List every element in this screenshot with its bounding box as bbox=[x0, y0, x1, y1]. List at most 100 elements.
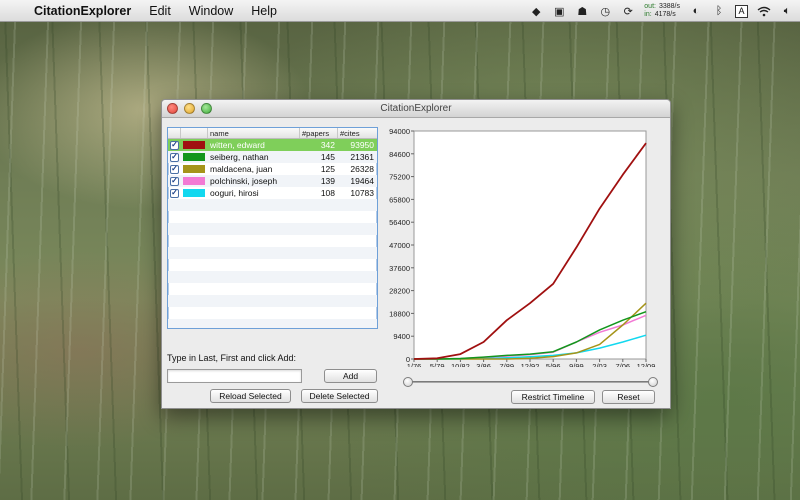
row-checkbox[interactable]: ✓ bbox=[170, 152, 179, 162]
series-color-swatch[interactable] bbox=[183, 177, 205, 185]
author-name-input[interactable] bbox=[167, 369, 302, 383]
header-cites[interactable]: #cites bbox=[338, 128, 377, 138]
sync-icon[interactable]: ⟳ bbox=[621, 4, 635, 18]
x-tick-label: 5/79 bbox=[430, 362, 445, 367]
row-cites: 93950 bbox=[350, 140, 374, 150]
row-checkbox[interactable]: ✓ bbox=[170, 164, 179, 174]
empty-table-row bbox=[168, 235, 377, 247]
row-check-cell[interactable]: ✓ bbox=[168, 151, 181, 163]
header-check[interactable] bbox=[168, 128, 181, 138]
help-menu[interactable]: Help bbox=[242, 4, 286, 18]
slider-start-handle[interactable] bbox=[403, 377, 413, 387]
row-cites: 10783 bbox=[350, 188, 374, 198]
lock-icon[interactable]: ▣ bbox=[552, 4, 566, 18]
wifi-icon[interactable] bbox=[757, 4, 771, 18]
empty-table-row bbox=[168, 211, 377, 223]
table-row[interactable]: ✓ maldacena, juan 125 26328 bbox=[168, 163, 377, 175]
x-tick-label: 2/03 bbox=[592, 362, 607, 367]
x-tick-label: 5/96 bbox=[546, 362, 561, 367]
row-color-cell[interactable] bbox=[181, 175, 208, 187]
row-name: polchinski, joseph bbox=[210, 176, 278, 186]
table-body: ✓ witten, edward 342 93950 ✓ seiberg, nathan 1… bbox=[168, 139, 377, 328]
network-monitor[interactable]: out: 3388/s in: 4178/s bbox=[644, 3, 680, 19]
row-name: ooguri, hirosi bbox=[210, 188, 259, 198]
citation-explorer-window: CitationExplorer name #papers #cites ✓ wi… bbox=[161, 99, 671, 409]
row-papers: 342 bbox=[320, 140, 335, 150]
battery-icon[interactable]: ◐ bbox=[689, 4, 703, 18]
header-color[interactable] bbox=[181, 128, 208, 138]
authors-table[interactable]: name #papers #cites ✓ witten, edward 342 93… bbox=[167, 127, 378, 329]
delete-selected-button[interactable]: Delete Selected bbox=[301, 389, 378, 403]
speaker-icon[interactable]: 🔈︎ bbox=[780, 4, 794, 18]
row-check-cell[interactable]: ✓ bbox=[168, 139, 181, 151]
window-titlebar[interactable]: CitationExplorer bbox=[162, 100, 670, 118]
y-tick-label: 47000 bbox=[389, 241, 410, 250]
header-papers[interactable]: #papers bbox=[300, 128, 338, 138]
add-button[interactable]: Add bbox=[324, 369, 377, 383]
app-menu[interactable]: CitationExplorer bbox=[30, 4, 140, 18]
edit-menu[interactable]: Edit bbox=[140, 4, 180, 18]
empty-table-row bbox=[168, 319, 377, 328]
empty-table-row bbox=[168, 271, 377, 283]
row-papers: 145 bbox=[320, 152, 335, 162]
row-checkbox[interactable]: ✓ bbox=[170, 188, 179, 198]
reset-button[interactable]: Reset bbox=[602, 390, 655, 404]
series-color-swatch[interactable] bbox=[183, 141, 205, 149]
row-name: maldacena, juan bbox=[210, 164, 273, 174]
timeline-range-slider[interactable] bbox=[403, 377, 658, 387]
slider-end-handle[interactable] bbox=[648, 377, 658, 387]
y-tick-label: 18800 bbox=[389, 309, 410, 318]
table-row[interactable]: ✓ polchinski, joseph 139 19464 bbox=[168, 175, 377, 187]
table-row[interactable]: ✓ ooguri, hirosi 108 10783 bbox=[168, 187, 377, 199]
row-checkbox[interactable]: ✓ bbox=[170, 176, 179, 186]
row-color-cell[interactable] bbox=[181, 151, 208, 163]
net-in-value: 4178/s bbox=[654, 11, 676, 18]
user-icon[interactable]: ☗ bbox=[575, 4, 589, 18]
dropbox-icon[interactable]: ◆ bbox=[529, 4, 543, 18]
row-papers: 139 bbox=[320, 176, 335, 186]
row-color-cell[interactable] bbox=[181, 163, 208, 175]
series-color-swatch[interactable] bbox=[183, 153, 205, 161]
y-tick-label: 65800 bbox=[389, 195, 410, 204]
reload-selected-button[interactable]: Reload Selected bbox=[210, 389, 291, 403]
y-tick-label: 9400 bbox=[393, 332, 410, 341]
row-check-cell[interactable]: ✓ bbox=[168, 175, 181, 187]
empty-table-row bbox=[168, 259, 377, 271]
y-tick-label: 84600 bbox=[389, 150, 410, 159]
restrict-timeline-button[interactable]: Restrict Timeline bbox=[511, 390, 595, 404]
row-cites: 21361 bbox=[350, 152, 374, 162]
x-tick-label: 1/76 bbox=[407, 362, 422, 367]
row-check-cell[interactable]: ✓ bbox=[168, 163, 181, 175]
x-tick-label: 7/06 bbox=[615, 362, 630, 367]
x-tick-label: 9/99 bbox=[569, 362, 584, 367]
net-out-label: out: bbox=[644, 3, 656, 10]
bluetooth-icon[interactable]: ᛒ bbox=[712, 4, 726, 18]
net-in-label: in: bbox=[644, 11, 652, 18]
x-tick-label: 7/89 bbox=[499, 362, 514, 367]
table-header: name #papers #cites bbox=[168, 128, 377, 139]
row-checkbox[interactable]: ✓ bbox=[170, 140, 179, 150]
y-tick-label: 75200 bbox=[389, 173, 410, 182]
table-row[interactable]: ✓ witten, edward 342 93950 bbox=[168, 139, 377, 151]
header-name[interactable]: name bbox=[208, 128, 300, 138]
menu-bar: CitationExplorer Edit Window Help ◆ ▣ ☗ … bbox=[0, 0, 800, 22]
status-area: ◆ ▣ ☗ ◷ ⟳ out: 3388/s in: 4178/s ◐ ᛒ A 🔈︎ bbox=[529, 0, 794, 22]
table-row[interactable]: ✓ seiberg, nathan 145 21361 bbox=[168, 151, 377, 163]
citation-chart: 0 9400 18800 28200 37600 47000 56400 65800 75200… bbox=[384, 127, 669, 371]
row-color-cell[interactable] bbox=[181, 187, 208, 199]
empty-table-row bbox=[168, 295, 377, 307]
citation-chart-svg: 0940018800282003760047000564006580075200… bbox=[389, 127, 655, 371]
series-color-swatch[interactable] bbox=[183, 165, 205, 173]
row-color-cell[interactable] bbox=[181, 139, 208, 151]
row-name: witten, edward bbox=[210, 140, 265, 150]
row-cites: 26328 bbox=[350, 164, 374, 174]
row-check-cell[interactable]: ✓ bbox=[168, 187, 181, 199]
y-tick-label: 28200 bbox=[389, 287, 410, 296]
x-tick-label: 3/86 bbox=[476, 362, 491, 367]
y-tick-label: 56400 bbox=[389, 218, 410, 227]
window-menu[interactable]: Window bbox=[180, 4, 242, 18]
series-color-swatch[interactable] bbox=[183, 189, 205, 197]
net-out-value: 3388/s bbox=[658, 3, 680, 10]
input-menu-icon[interactable]: A bbox=[735, 4, 748, 18]
time-machine-icon[interactable]: ◷ bbox=[598, 4, 612, 18]
